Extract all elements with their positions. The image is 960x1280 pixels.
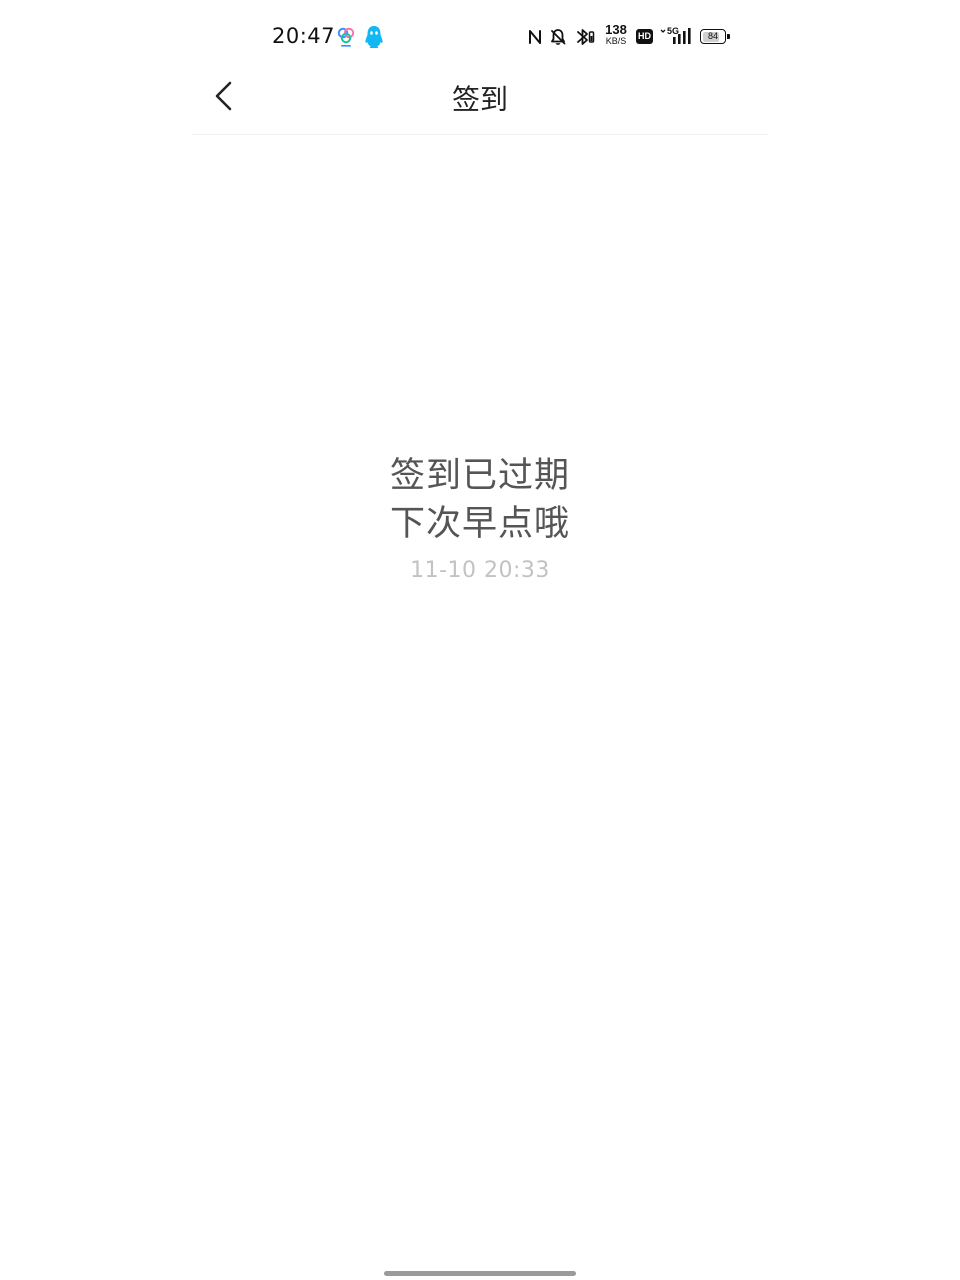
nfc-icon [528,29,542,49]
qq-penguin-icon [364,25,384,53]
expired-message-line2: 下次早点哦 [389,504,570,544]
cloud-app-icon [336,26,356,52]
expired-message-line1: 签到已过期 [389,456,570,496]
expired-timestamp: 11-10 20:33 [410,558,550,583]
bluetooth-icon [574,27,596,51]
bell-muted-icon [549,28,567,50]
status-time: 20:47 [272,24,336,48]
check-in-page: 20:47 138 KB/S HD 5G 84 签到 签到已过期 下次早点哦 1… [0,0,960,1280]
nav-bar: 签到 [192,60,768,135]
network-speed: 138 KB/S [604,22,628,47]
battery-icon: 84 [700,29,726,44]
battery-level: 84 [707,31,718,41]
home-indicator[interactable] [384,1271,576,1276]
battery-tip [727,34,730,39]
network-speed-value: 138 [605,22,627,37]
network-speed-unit: KB/S [605,36,627,46]
page-title: 签到 [451,83,508,116]
network-type-label: 5G [667,26,680,36]
hd-voice-badge: HD [636,29,653,44]
expired-message: 签到已过期 下次早点哦 11-10 20:33 [0,452,960,583]
